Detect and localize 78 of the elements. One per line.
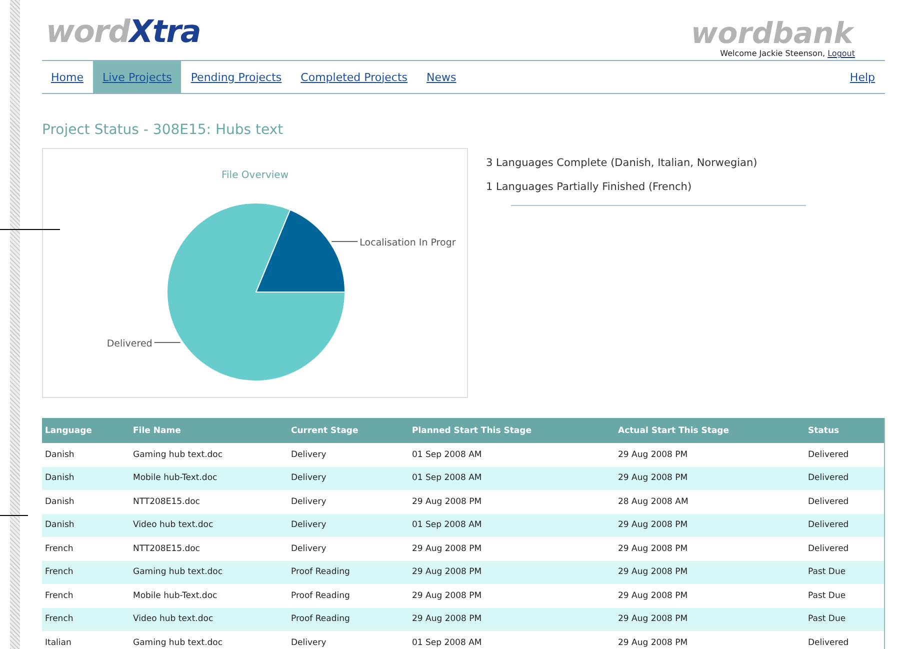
table-cell: Video hub text.doc (130, 608, 288, 631)
wordxtra-logo: wordXtra (46, 13, 200, 52)
summary-text: 1 Languages Partially Finished (French) (486, 180, 693, 195)
table-cell: French (42, 560, 130, 584)
table-cell: Delivered (805, 490, 884, 514)
help-link[interactable]: Help (840, 61, 884, 93)
table-cell: Delivered (805, 537, 884, 560)
table-cell: 28 Aug 2008 AM (615, 490, 805, 514)
table-cell: 01 Sep 2008 AM (409, 443, 615, 466)
table-cell: 01 Sep 2008 AM (409, 631, 615, 649)
table-cell: Danish (42, 466, 130, 490)
table-cell: 29 Aug 2008 PM (615, 514, 805, 537)
table-cell: NTT208E15.doc (130, 490, 288, 514)
table-cell: French (42, 584, 130, 608)
table-cell: 01 Sep 2008 AM (409, 514, 615, 537)
table-cell: 29 Aug 2008 PM (615, 631, 805, 649)
table-cell: Gaming hub text.doc (130, 560, 288, 584)
nav-tab[interactable]: Live Projects (93, 61, 181, 93)
table-cell: Delivery (288, 537, 409, 560)
table-cell: Proof Reading (288, 584, 409, 608)
table-cell: Delivery (288, 490, 409, 514)
table-cell: 01 Sep 2008 AM (409, 466, 615, 490)
nav-tab[interactable]: Completed Projects (292, 61, 417, 93)
table-cell: 29 Aug 2008 PM (615, 560, 805, 584)
table-cell: 29 Aug 2008 PM (409, 608, 615, 631)
table-cell: Delivered (805, 443, 884, 466)
table-cell: Proof Reading (288, 608, 409, 631)
table-cell: Delivered (805, 631, 884, 649)
table-cell: 29 Aug 2008 PM (615, 608, 805, 631)
summary-text: 3 Languages Complete (Danish, Italian, Norwegian) (486, 156, 758, 171)
table-cell: 29 Aug 2008 PM (615, 443, 805, 466)
column-header: File Name (130, 418, 288, 443)
table-cell: 29 Aug 2008 PM (615, 466, 805, 490)
table-cell: NTT208E15.doc (130, 537, 288, 560)
table-cell: Danish (42, 514, 130, 537)
table-cell: Gaming hub text.doc (130, 443, 288, 466)
table-cell: Proof Reading (288, 560, 409, 584)
column-header: Language (42, 418, 130, 443)
table-cell: Danish (42, 490, 130, 514)
leader-line (331, 240, 358, 242)
table-cell: Mobile hub-Text.doc (130, 466, 288, 490)
table-cell: Danish (42, 443, 130, 466)
table-cell: French (42, 608, 130, 631)
page-title: Project Status - 308E15: Hubs text (42, 122, 284, 138)
table-cell: Delivery (288, 466, 409, 490)
chart-title: File Overview (222, 170, 288, 181)
nav-tab[interactable]: Pending Projects (182, 61, 291, 93)
table-cell: Delivered (805, 514, 884, 537)
logout-link[interactable]: Logout (828, 49, 855, 58)
slice-label: Delivered (106, 338, 152, 350)
column-header: Planned Start This Stage (409, 418, 615, 443)
leader-line (154, 342, 181, 344)
welcome-text: Welcome Jackie Steenson, (720, 49, 826, 58)
slice-label: Localisation In Progr (360, 237, 456, 248)
nav-tab[interactable]: News (418, 61, 466, 93)
table-cell: Delivered (805, 466, 884, 490)
column-header: Actual Start This Stage (615, 418, 805, 443)
nav-tab[interactable]: Home (42, 61, 92, 93)
table-cell: Italian (42, 631, 130, 649)
table-cell: 29 Aug 2008 PM (615, 537, 805, 560)
table-cell: French (42, 537, 130, 560)
table-cell: Past Due (805, 560, 884, 584)
table-cell: Past Due (805, 584, 884, 608)
wordbank-logo: wordbank (690, 18, 853, 48)
table-cell: Video hub text.doc (130, 514, 288, 537)
table-cell: 29 Aug 2008 PM (409, 490, 615, 514)
table-cell: Delivery (288, 631, 409, 649)
column-header: Current Stage (288, 418, 409, 443)
table-cell: 29 Aug 2008 PM (615, 584, 805, 608)
table-cell: 29 Aug 2008 PM (409, 537, 615, 560)
table-cell: Past Due (805, 608, 884, 631)
table-cell: Mobile hub-Text.doc (130, 584, 288, 608)
column-header: Status (805, 418, 884, 443)
table-cell: 29 Aug 2008 PM (409, 584, 615, 608)
table-cell: Gaming hub text.doc (130, 631, 288, 649)
table-cell: 29 Aug 2008 PM (409, 560, 615, 584)
table-cell: Delivery (288, 514, 409, 537)
table-cell: Delivery (288, 443, 409, 466)
